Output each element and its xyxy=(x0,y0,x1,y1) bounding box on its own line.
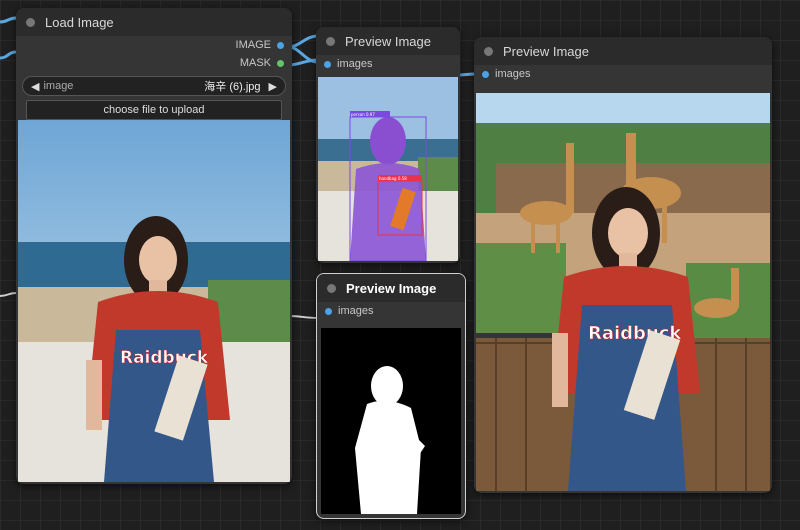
output-image-label: IMAGE xyxy=(235,39,271,51)
preview-result-node[interactable]: Preview Image images Raidbuck xyxy=(474,37,772,493)
prev-arrow-icon[interactable]: ◀ xyxy=(31,80,39,93)
collapse-dot-icon[interactable] xyxy=(326,36,335,46)
output-mask-slot[interactable]: MASK xyxy=(16,54,292,72)
input-images-label: images xyxy=(495,68,531,80)
output-mask-label: MASK xyxy=(239,57,271,69)
load-image-title: Load Image xyxy=(45,14,114,30)
image-widget-label: image xyxy=(43,80,74,92)
preview-detect-header[interactable]: Preview Image xyxy=(316,27,460,55)
output-image-slot[interactable]: IMAGE xyxy=(16,36,292,54)
input-images-dot-icon[interactable] xyxy=(324,60,331,68)
input-images-slot[interactable]: images xyxy=(316,55,460,73)
preview-mask-title: Preview Image xyxy=(346,280,437,296)
collapse-dot-icon[interactable] xyxy=(484,46,493,56)
preview-result-title: Preview Image xyxy=(503,43,589,59)
output-mask-dot-icon[interactable] xyxy=(277,59,284,67)
load-image-node[interactable]: Load Image IMAGE MASK ◀ image 海辛 (6).jpg… xyxy=(16,8,292,484)
mask-preview xyxy=(321,328,461,514)
preview-mask-node[interactable]: Preview Image images xyxy=(316,273,466,519)
result-preview: Raidbuck xyxy=(476,93,770,491)
input-images-label: images xyxy=(337,58,373,70)
next-arrow-icon[interactable]: ▶ xyxy=(269,80,277,93)
output-image-dot-icon[interactable] xyxy=(277,41,284,49)
choose-file-button[interactable]: choose file to upload xyxy=(26,100,282,120)
preview-mask-header[interactable]: Preview Image xyxy=(317,274,465,302)
preview-detect-title: Preview Image xyxy=(345,33,431,49)
image-combo-widget[interactable]: ◀ image 海辛 (6).jpg ▶ xyxy=(22,76,286,96)
input-images-dot-icon[interactable] xyxy=(482,70,489,78)
label-object: handbag 0.58 xyxy=(379,176,407,181)
load-image-preview: Raidbuck xyxy=(18,120,290,482)
detection-preview: person 0.97 handbag 0.58 xyxy=(318,77,458,261)
preview-result-header[interactable]: Preview Image xyxy=(474,37,772,65)
load-image-header[interactable]: Load Image xyxy=(16,8,292,36)
input-images-slot[interactable]: images xyxy=(317,302,465,320)
preview-detect-node[interactable]: Preview Image images person 0.97 handbag… xyxy=(316,27,460,263)
collapse-dot-icon[interactable] xyxy=(26,17,35,27)
input-images-dot-icon[interactable] xyxy=(325,307,332,315)
input-images-label: images xyxy=(338,305,374,317)
label-person: person 0.97 xyxy=(351,112,375,117)
collapse-dot-icon[interactable] xyxy=(327,283,336,293)
input-images-slot[interactable]: images xyxy=(474,65,772,83)
image-widget-value: 海辛 (6).jpg xyxy=(204,81,261,93)
